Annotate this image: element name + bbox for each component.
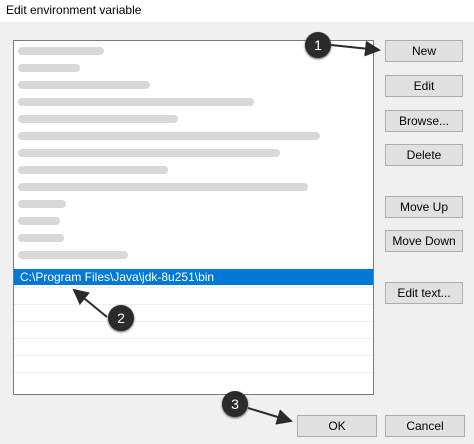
list-item-empty[interactable] <box>14 372 373 389</box>
move-up-button[interactable]: Move Up <box>385 196 463 218</box>
delete-button[interactable]: Delete <box>385 144 463 166</box>
list-item[interactable] <box>14 213 373 229</box>
edit-button[interactable]: Edit <box>385 75 463 97</box>
title-bar: Edit environment variable <box>0 0 474 22</box>
list-item[interactable] <box>14 247 373 263</box>
dialog-title: Edit environment variable <box>6 3 142 17</box>
list-item[interactable] <box>14 196 373 212</box>
selected-path-text: C:\Program Files\Java\jdk-8u251\bin <box>20 270 215 284</box>
list-item-empty[interactable] <box>14 355 373 372</box>
list-item-empty[interactable] <box>14 321 373 338</box>
browse-button[interactable]: Browse... <box>385 110 463 132</box>
path-entries-list[interactable]: C:\Program Files\Java\jdk-8u251\bin <box>13 40 374 395</box>
list-item[interactable] <box>14 179 373 195</box>
list-item-empty[interactable] <box>14 338 373 355</box>
list-item[interactable] <box>14 111 373 127</box>
move-down-button[interactable]: Move Down <box>385 230 463 252</box>
list-item[interactable] <box>14 128 373 144</box>
cancel-button[interactable]: Cancel <box>385 415 465 437</box>
edit-environment-variable-dialog: Edit environment variable C:\Program Fil… <box>0 0 474 444</box>
list-item[interactable] <box>14 145 373 161</box>
list-item-empty[interactable] <box>14 304 373 321</box>
new-button[interactable]: New <box>385 40 463 62</box>
list-item[interactable] <box>14 77 373 93</box>
ok-button[interactable]: OK <box>297 415 377 437</box>
list-item-selected[interactable]: C:\Program Files\Java\jdk-8u251\bin <box>14 269 373 285</box>
list-item[interactable] <box>14 60 373 76</box>
list-item[interactable] <box>14 230 373 246</box>
list-item[interactable] <box>14 162 373 178</box>
list-item-empty[interactable] <box>14 287 373 304</box>
edit-text-button[interactable]: Edit text... <box>385 282 463 304</box>
step-marker-2: 2 <box>108 305 134 331</box>
step-marker-1: 1 <box>305 32 331 58</box>
step-marker-3: 3 <box>222 391 248 417</box>
list-item[interactable] <box>14 94 373 110</box>
